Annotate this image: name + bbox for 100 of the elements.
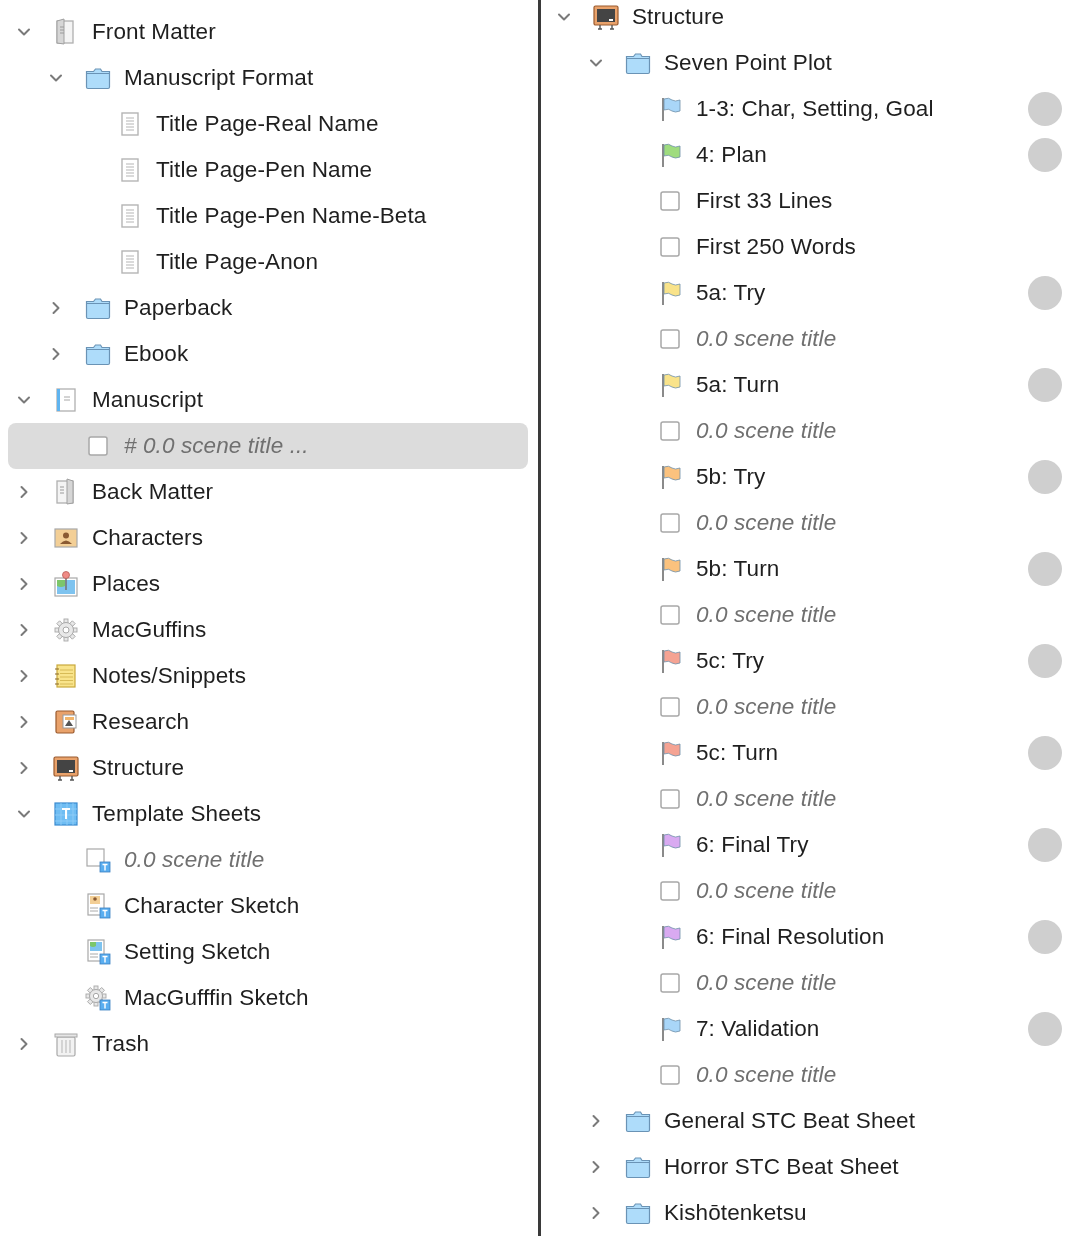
tree-row[interactable]: 0.0 scene title (541, 408, 1080, 454)
map-pin-icon (52, 570, 80, 598)
item-title: 0.0 scene title (696, 694, 837, 720)
item-title: 6: Final Try (696, 832, 809, 858)
item-title: 0.0 scene title (696, 602, 837, 628)
photo-book-icon (52, 708, 80, 736)
tree-row[interactable]: # 0.0 scene title ... (8, 423, 528, 469)
item-title: 0.0 scene title (696, 1062, 837, 1088)
tree-row[interactable]: Title Page-Anon (0, 239, 538, 285)
item-title: Manuscript (92, 387, 204, 413)
template-document-icon (84, 846, 112, 874)
tree-row[interactable]: Template Sheets (0, 791, 538, 837)
tree-row[interactable]: Title Page-Real Name (0, 101, 538, 147)
template-icon (52, 800, 80, 828)
item-title: 4: Plan (696, 142, 767, 168)
tree-row[interactable]: 5b: Turn (541, 546, 1080, 592)
tree-row[interactable]: Front Matter (0, 9, 538, 55)
tree-row[interactable]: 5b: Try (541, 454, 1080, 500)
item-title: MacGuffins (92, 617, 207, 643)
tree-row[interactable]: 6: Final Try (541, 822, 1080, 868)
tree-row[interactable]: 0.0 scene title (541, 592, 1080, 638)
item-title: Characters (92, 525, 204, 551)
gear-icon (52, 616, 80, 644)
tree-row[interactable]: 5a: Turn (541, 362, 1080, 408)
item-title: Front Matter (92, 19, 216, 45)
item-title: Title Page-Real Name (156, 111, 379, 137)
tree-row[interactable]: Character Sketch (0, 883, 538, 929)
item-title: Ebook (124, 341, 189, 367)
item-title: 5c: Try (696, 648, 765, 674)
tree-row[interactable]: MacGuffins (0, 607, 538, 653)
tree-row[interactable]: 4: Plan (541, 132, 1080, 178)
tree-row[interactable]: MacGufffin Sketch (0, 975, 538, 1021)
item-title: 0.0 scene title (696, 786, 837, 812)
item-title: Template Sheets (92, 801, 262, 827)
item-title: Manuscript Format (124, 65, 314, 91)
item-title: 0.0 scene title (696, 418, 837, 444)
tree-row[interactable]: Back Matter (0, 469, 538, 515)
item-title: 7: Validation (696, 1016, 820, 1042)
tree-row[interactable]: 0.0 scene title (0, 837, 538, 883)
tree-row[interactable]: Characters (0, 515, 538, 561)
tree-row[interactable]: Kishōtenketsu (541, 1190, 1080, 1236)
item-title: Setting Sketch (124, 939, 271, 965)
item-title: 6: Final Resolution (696, 924, 885, 950)
item-title: First 250 Words (696, 234, 856, 260)
tree-row[interactable]: Ebook (0, 331, 538, 377)
item-title: Seven Point Plot (664, 50, 832, 76)
tree-row[interactable]: Setting Sketch (0, 929, 538, 975)
tree-row[interactable]: Places (0, 561, 538, 607)
tree-row[interactable]: Manuscript Format (0, 55, 538, 101)
item-title: 5a: Try (696, 280, 766, 306)
tree-row[interactable]: First 33 Lines (541, 178, 1080, 224)
item-title: Research (92, 709, 190, 735)
item-title: Horror STC Beat Sheet (664, 1154, 899, 1180)
tree-row[interactable]: General STC Beat Sheet (541, 1098, 1080, 1144)
tree-row[interactable]: 0.0 scene title (541, 868, 1080, 914)
tree-row[interactable]: Seven Point Plot (541, 40, 1080, 86)
tree-row[interactable]: Title Page-Pen Name (0, 147, 538, 193)
item-title: Places (92, 571, 161, 597)
tree-row[interactable]: 0.0 scene title (541, 960, 1080, 1006)
tree-row[interactable]: Trash (0, 1021, 538, 1067)
item-title: 1-3: Char, Setting, Goal (696, 96, 934, 122)
tree-row[interactable]: 0.0 scene title (541, 500, 1080, 546)
tree-row[interactable]: Research (0, 699, 538, 745)
tree-row[interactable]: Notes/Snippets (0, 653, 538, 699)
item-title: Trash (92, 1031, 150, 1057)
item-title: Character Sketch (124, 893, 300, 919)
tree-row[interactable]: 5a: Try (541, 270, 1080, 316)
trash-icon (52, 1030, 80, 1058)
chalkboard-icon (592, 3, 620, 31)
item-title: 5b: Turn (696, 556, 780, 582)
item-title: 5a: Turn (696, 372, 780, 398)
tree-row[interactable]: Paperback (0, 285, 538, 331)
tree-row[interactable]: 6: Final Resolution (541, 914, 1080, 960)
tree-row[interactable]: 5c: Try (541, 638, 1080, 684)
tree-row[interactable]: 7: Validation (541, 1006, 1080, 1052)
tree-row[interactable]: 0.0 scene title (541, 684, 1080, 730)
item-title: Structure (92, 755, 185, 781)
tree-row[interactable]: Horror STC Beat Sheet (541, 1144, 1080, 1190)
item-title: MacGufffin Sketch (124, 985, 309, 1011)
item-title: Notes/Snippets (92, 663, 246, 689)
template-gear-icon (84, 984, 112, 1012)
item-title: General STC Beat Sheet (664, 1108, 916, 1134)
tree-row[interactable]: Structure (541, 0, 1080, 40)
tree-row[interactable]: 0.0 scene title (541, 1052, 1080, 1098)
tree-row[interactable]: Manuscript (0, 377, 538, 423)
tree-row[interactable]: 0.0 scene title (541, 776, 1080, 822)
tree-row[interactable]: Title Page-Pen Name-Beta (0, 193, 538, 239)
tree-row[interactable]: Structure (0, 745, 538, 791)
tree-row[interactable]: 0.0 scene title (541, 316, 1080, 362)
tree-row[interactable]: 1-3: Char, Setting, Goal (541, 86, 1080, 132)
item-title: Back Matter (92, 479, 214, 505)
item-title: Title Page-Anon (156, 249, 318, 275)
tree-row[interactable]: First 250 Words (541, 224, 1080, 270)
item-title: 0.0 scene title (696, 970, 837, 996)
item-title: # 0.0 scene title ... (124, 433, 309, 459)
item-title: Paperback (124, 295, 233, 321)
tree-row[interactable]: 5c: Turn (541, 730, 1080, 776)
item-title: First 33 Lines (696, 188, 833, 214)
item-title: Structure (632, 4, 725, 30)
item-title: 5c: Turn (696, 740, 779, 766)
